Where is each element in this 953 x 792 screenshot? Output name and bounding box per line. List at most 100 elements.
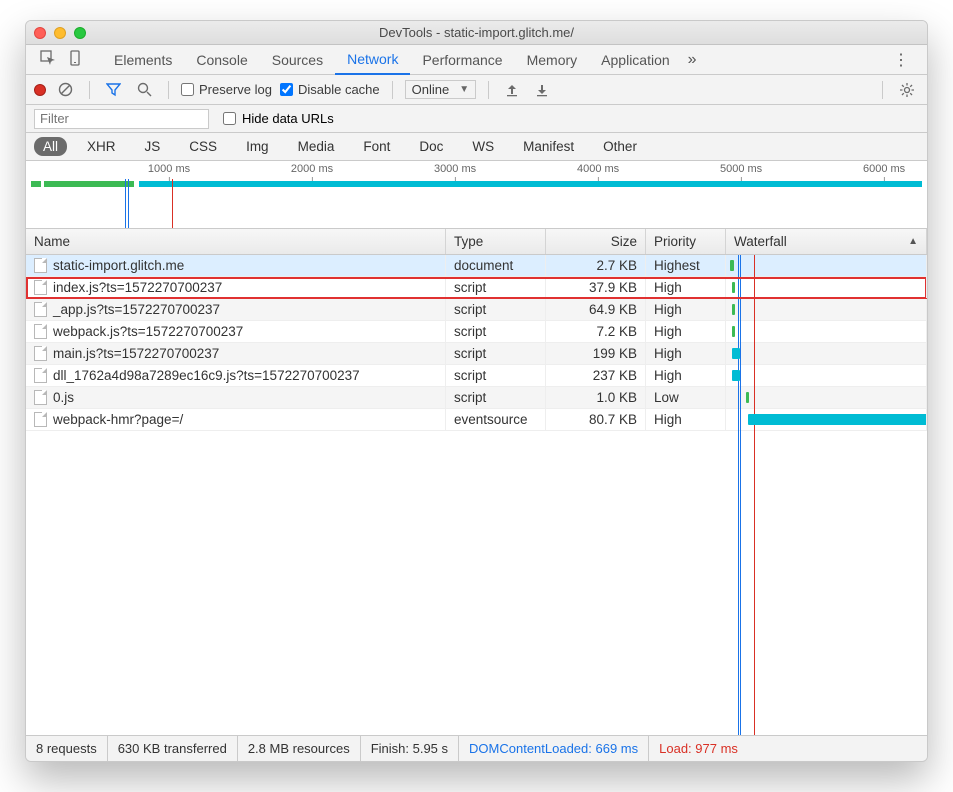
tab-elements[interactable]: Elements	[102, 45, 184, 75]
status-transferred: 630 KB transferred	[108, 736, 238, 761]
request-type: script	[446, 277, 546, 298]
tab-memory[interactable]: Memory	[515, 45, 590, 75]
request-priority: High	[646, 299, 726, 320]
request-name: static-import.glitch.me	[53, 258, 184, 273]
type-chip-font[interactable]: Font	[354, 137, 399, 156]
table-row[interactable]: dll_1762a4d98a7289ec16c9.js?ts=157227070…	[26, 365, 927, 387]
request-name: webpack.js?ts=1572270700237	[53, 324, 243, 339]
table-row[interactable]: main.js?ts=1572270700237script199 KBHigh	[26, 343, 927, 365]
file-icon	[34, 390, 47, 405]
timeline-overview[interactable]: 1000 ms2000 ms3000 ms4000 ms5000 ms6000 …	[26, 161, 927, 229]
filter-input[interactable]	[34, 109, 209, 129]
request-priority: High	[646, 277, 726, 298]
throttling-value: Online	[412, 82, 450, 97]
hide-data-urls-checkbox[interactable]: Hide data URLs	[223, 111, 334, 126]
col-priority[interactable]: Priority	[646, 229, 726, 254]
download-icon[interactable]	[531, 83, 553, 97]
request-type: script	[446, 365, 546, 386]
type-chip-all[interactable]: All	[34, 137, 67, 156]
upload-icon[interactable]	[501, 83, 523, 97]
col-type[interactable]: Type	[446, 229, 546, 254]
request-type: document	[446, 255, 546, 276]
disable-cache-checkbox[interactable]: Disable cache	[280, 82, 380, 97]
filter-icon[interactable]	[102, 82, 125, 97]
request-type: script	[446, 299, 546, 320]
col-name[interactable]: Name	[26, 229, 446, 254]
more-tabs-icon[interactable]: »	[688, 51, 697, 69]
request-priority: Highest	[646, 255, 726, 276]
file-icon	[34, 368, 47, 383]
tick-label: 3000 ms	[434, 163, 476, 175]
request-priority: High	[646, 409, 726, 430]
type-chip-manifest[interactable]: Manifest	[514, 137, 583, 156]
request-name: 0.js	[53, 390, 74, 405]
request-priority: High	[646, 365, 726, 386]
tick-label: 2000 ms	[291, 163, 333, 175]
request-priority: Low	[646, 387, 726, 408]
tick-label: 1000 ms	[148, 163, 190, 175]
tab-sources[interactable]: Sources	[260, 45, 335, 75]
tab-network[interactable]: Network	[335, 45, 410, 75]
hide-data-urls-label: Hide data URLs	[242, 111, 334, 126]
network-toolbar: Preserve log Disable cache Online ▼	[26, 75, 927, 105]
status-finish: Finish: 5.95 s	[361, 736, 459, 761]
file-icon	[34, 324, 47, 339]
waterfall-cell	[726, 409, 927, 430]
inspect-icon[interactable]	[34, 46, 62, 73]
request-type: script	[446, 321, 546, 342]
throttling-select[interactable]: Online ▼	[405, 80, 476, 99]
preserve-log-label: Preserve log	[199, 82, 272, 97]
waterfall-cell	[726, 321, 927, 342]
request-size: 7.2 KB	[546, 321, 646, 342]
table-row[interactable]: 0.js script1.0 KBLow	[26, 387, 927, 409]
clear-icon[interactable]	[54, 82, 77, 97]
col-waterfall[interactable]: Waterfall▲	[726, 229, 927, 254]
waterfall-cell	[726, 299, 927, 320]
request-type: script	[446, 387, 546, 408]
chevron-down-icon: ▼	[459, 84, 469, 95]
col-size[interactable]: Size	[546, 229, 646, 254]
status-requests: 8 requests	[26, 736, 108, 761]
table-row[interactable]: static-import.glitch.medocument2.7 KBHig…	[26, 255, 927, 277]
type-chip-css[interactable]: CSS	[180, 137, 226, 156]
waterfall-cell	[726, 277, 927, 298]
table-row[interactable]: webpack.js?ts=1572270700237script7.2 KBH…	[26, 321, 927, 343]
waterfall-cell	[726, 343, 927, 364]
type-chip-doc[interactable]: Doc	[410, 137, 452, 156]
kebab-menu-icon[interactable]: ⋮	[883, 50, 919, 70]
request-size: 237 KB	[546, 365, 646, 386]
type-chip-xhr[interactable]: XHR	[78, 137, 125, 156]
waterfall-cell	[726, 255, 927, 276]
type-chip-img[interactable]: Img	[237, 137, 278, 156]
file-icon	[34, 302, 47, 317]
request-name: webpack-hmr?page=/	[53, 412, 183, 427]
file-icon	[34, 258, 47, 273]
file-icon	[34, 280, 47, 295]
type-chip-other[interactable]: Other	[594, 137, 646, 156]
tab-performance[interactable]: Performance	[410, 45, 514, 75]
request-size: 1.0 KB	[546, 387, 646, 408]
request-size: 80.7 KB	[546, 409, 646, 430]
tick-label: 5000 ms	[720, 163, 762, 175]
titlebar: DevTools - static-import.glitch.me/	[26, 21, 927, 45]
gear-icon[interactable]	[895, 82, 919, 98]
table-header: Name Type Size Priority Waterfall▲	[26, 229, 927, 255]
record-button[interactable]	[34, 84, 46, 96]
request-name: main.js?ts=1572270700237	[53, 346, 219, 361]
device-icon[interactable]	[62, 46, 90, 73]
table-row[interactable]: _app.js?ts=1572270700237script64.9 KBHig…	[26, 299, 927, 321]
filter-bar: Hide data URLs	[26, 105, 927, 133]
type-chip-ws[interactable]: WS	[463, 137, 503, 156]
request-size: 199 KB	[546, 343, 646, 364]
table-row[interactable]: index.js?ts=1572270700237script37.9 KBHi…	[26, 277, 927, 299]
disable-cache-label: Disable cache	[298, 82, 380, 97]
table-row[interactable]: webpack-hmr?page=/eventsource80.7 KBHigh	[26, 409, 927, 431]
type-chip-media[interactable]: Media	[289, 137, 344, 156]
search-icon[interactable]	[133, 82, 156, 97]
type-chip-js[interactable]: JS	[136, 137, 170, 156]
preserve-log-checkbox[interactable]: Preserve log	[181, 82, 272, 97]
tab-application[interactable]: Application	[589, 45, 682, 75]
tick-label: 4000 ms	[577, 163, 619, 175]
request-name: _app.js?ts=1572270700237	[53, 302, 220, 317]
tab-console[interactable]: Console	[184, 45, 259, 75]
